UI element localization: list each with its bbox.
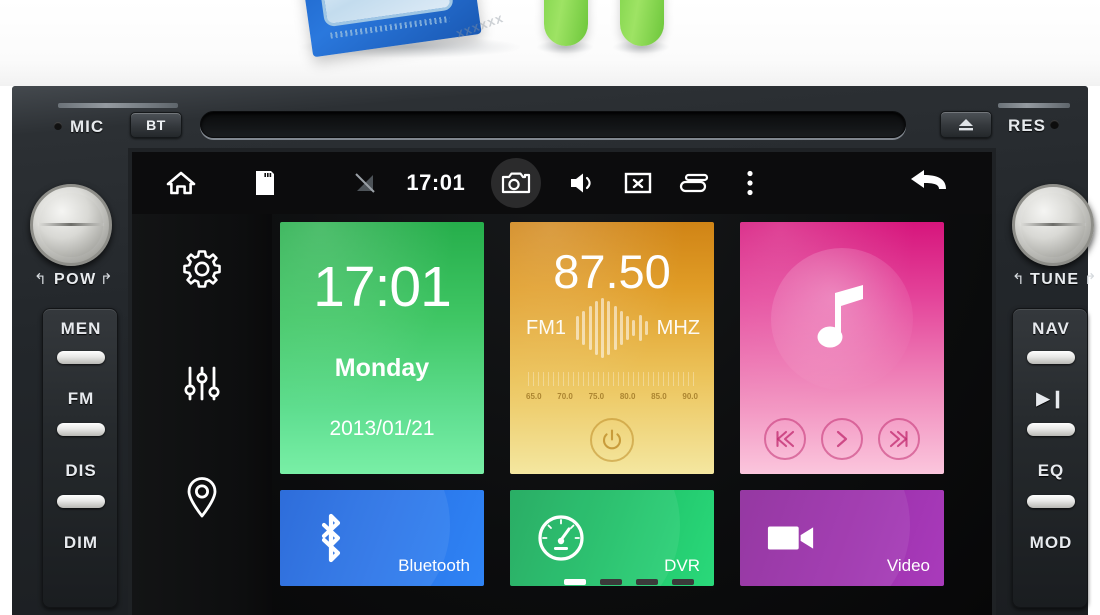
page-dot-2[interactable] [600, 579, 622, 585]
speedometer-icon [536, 513, 586, 563]
status-bar-right-group [906, 166, 992, 200]
mic-label: MIC [70, 117, 105, 136]
bluetooth-icon [306, 513, 356, 563]
bt-button[interactable]: BT [130, 112, 182, 138]
left-icon-rail [132, 214, 272, 615]
android-robot-leg-left [544, 0, 588, 46]
screenshot-root: xxxxxx MIC BT RES ↰ POW ↱ ↰ TUNE ↱ MEN F… [0, 0, 1100, 615]
tune-arrow-left: ↰ [1012, 271, 1025, 288]
sd-card-icon[interactable] [250, 168, 280, 198]
radio-band: FM1 [526, 317, 566, 339]
left-pill-1[interactable] [57, 351, 105, 364]
disc-slot[interactable] [200, 111, 906, 138]
radio-tick: 90.0 [682, 392, 698, 401]
tune-knob-label: TUNE [1030, 271, 1080, 288]
side-button-nav[interactable]: NAV [1013, 319, 1089, 339]
touchscreen-display[interactable]: 17:01 17:01 Monday 2013/01/21 87.50 FM1 … [128, 148, 996, 615]
screen-inner: 17:01 17:01 Monday 2013/01/21 87.50 FM1 … [132, 152, 992, 615]
screenshot-button[interactable] [491, 158, 542, 208]
side-button-dis[interactable]: DIS [43, 461, 119, 481]
back-arrow-icon[interactable] [906, 166, 950, 200]
tile-radio[interactable]: 87.50 FM1 MHZ 65.0 70.0 75.0 80.0 85.0 9… [510, 222, 714, 474]
tune-arrow-right: ↱ [1084, 271, 1097, 288]
signal-off-icon[interactable] [350, 168, 380, 198]
music-transport-controls [740, 418, 944, 460]
eject-button[interactable] [940, 111, 992, 138]
side-button-play-pause[interactable]: ▶❙ [1013, 389, 1089, 409]
clock-date: 2013/01/21 [329, 417, 435, 440]
radio-frequency: 87.50 [553, 245, 671, 298]
tile-dvr[interactable]: DVR [510, 490, 714, 586]
radio-tick: 80.0 [619, 392, 636, 401]
right-pill-1[interactable] [1027, 351, 1075, 364]
gear-icon[interactable] [179, 246, 225, 292]
right-pill-2[interactable] [1027, 423, 1075, 436]
location-pin-icon[interactable] [179, 474, 225, 520]
page-dot-4[interactable] [672, 579, 694, 585]
side-button-men[interactable]: MEN [43, 319, 119, 339]
clock-weekday: Monday [334, 354, 430, 382]
right-pill-3[interactable] [1027, 495, 1075, 508]
radio-tick: 75.0 [588, 392, 605, 401]
camera-icon [501, 168, 531, 198]
radio-waveform [576, 298, 648, 358]
radio-unit: MHZ [656, 317, 700, 339]
tune-knob[interactable] [1012, 184, 1094, 266]
power-volume-knob[interactable] [30, 184, 112, 266]
side-button-mod[interactable]: MOD [1013, 533, 1089, 553]
prev-track-button[interactable] [763, 418, 806, 460]
power-icon[interactable] [590, 418, 634, 462]
page-dot-1[interactable] [564, 579, 586, 585]
overflow-menu-icon[interactable] [735, 168, 765, 198]
home-tile-grid: 17:01 Monday 2013/01/21 87.50 FM1 MHZ 65… [280, 222, 978, 589]
left-pill-2[interactable] [57, 423, 105, 436]
side-button-fm[interactable]: FM [43, 389, 119, 409]
radio-tick: 70.0 [557, 392, 573, 401]
recents-icon[interactable] [679, 168, 709, 198]
page-indicator [280, 579, 978, 585]
tile-bluetooth[interactable]: Bluetooth [280, 490, 484, 586]
eject-icon [959, 118, 973, 130]
tile-label-dvr: DVR [664, 556, 700, 575]
product-photo-strip: xxxxxx [0, 0, 1100, 86]
home-icon[interactable] [166, 168, 196, 198]
next-track-button[interactable] [878, 418, 921, 460]
faceplate-vent-right [998, 103, 1070, 108]
tile-clock[interactable]: 17:01 Monday 2013/01/21 [280, 222, 484, 474]
sliders-icon[interactable] [179, 360, 225, 406]
left-pill-3[interactable] [57, 495, 105, 508]
res-label: RES [1008, 116, 1046, 135]
clock-time: 17:01 [313, 255, 452, 319]
pow-arrow-right: ↱ [100, 271, 113, 288]
left-button-column: MEN FM DIS DIM [42, 308, 118, 608]
radio-dial-scale[interactable] [528, 372, 696, 386]
volume-icon[interactable] [567, 168, 597, 198]
side-button-dim[interactable]: DIM [43, 533, 119, 553]
radio-tick: 65.0 [526, 392, 542, 401]
radio-tick: 85.0 [651, 392, 667, 401]
tile-music[interactable] [740, 222, 944, 474]
music-note-icon [771, 248, 913, 390]
page-dot-3[interactable] [636, 579, 658, 585]
microphone-hole [54, 122, 62, 130]
tile-label-bluetooth: Bluetooth [398, 556, 470, 575]
android-status-bar: 17:01 [132, 152, 992, 214]
side-button-eq[interactable]: EQ [1013, 461, 1089, 481]
radio-dial-ticks: 65.0 70.0 75.0 80.0 85.0 90.0 [526, 392, 698, 401]
status-bar-left-group [132, 168, 280, 198]
faceplate-vent-left [58, 103, 178, 108]
camcorder-icon [766, 513, 816, 563]
car-head-unit: MIC BT RES ↰ POW ↱ ↰ TUNE ↱ MEN FM DIS D [12, 86, 1097, 615]
right-button-column: NAV ▶❙ EQ MOD [1012, 308, 1088, 608]
reset-hole[interactable] [1050, 120, 1059, 129]
android-robot-leg-right [620, 0, 664, 46]
tile-video[interactable]: Video [740, 490, 944, 586]
screen-off-icon[interactable] [623, 168, 653, 198]
pow-knob-label: POW [54, 271, 97, 288]
play-button[interactable] [820, 418, 863, 460]
tile-label-video: Video [886, 556, 930, 575]
pow-arrow-left: ↰ [34, 271, 47, 288]
status-bar-center-group: 17:01 [350, 158, 765, 208]
status-bar-clock: 17:01 [406, 170, 466, 195]
